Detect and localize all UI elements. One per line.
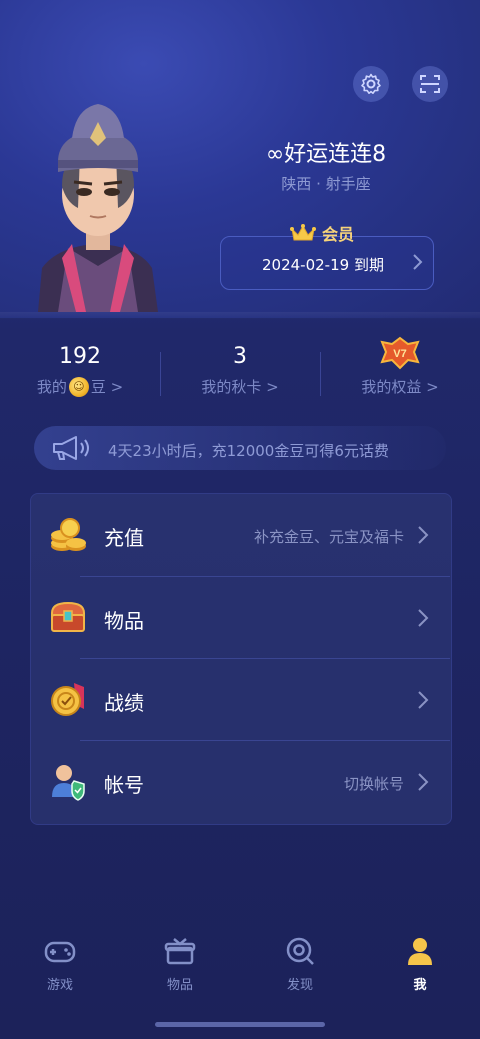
menu-label-records: 战绩 [104,691,144,715]
chevron-right-icon [418,773,429,791]
tab-me[interactable]: 我 [380,936,460,993]
avatar[interactable] [28,98,168,312]
menu-sub-recharge: 补充金豆、元宝及福卡 [253,528,404,546]
stat-benefits[interactable]: V7 我的权益 > [320,336,480,397]
benefits-label: 我的权益 > [361,378,439,396]
menu-item-account[interactable]: 帐号 切换帐号 [30,741,450,823]
menu-label-account: 帐号 [104,773,144,797]
cards-count: 3 [233,344,247,369]
cards-label: 我的秋卡 > [201,378,279,396]
gift-box-icon [164,938,196,965]
vip-level-badge-icon: V7 [380,336,420,370]
tab-label-discover: 发现 [286,978,313,993]
tab-label-me: 我 [413,978,427,993]
crown-icon [290,224,316,241]
beans-label: 我的 ☺ 豆 > [0,376,160,397]
vip-level-badge: V7 [320,336,480,372]
location-zodiac: 陕西 · 射手座 [281,175,371,193]
home-indicator [155,1022,325,1027]
beans-label-prefix: 我的 [36,378,67,396]
tab-discover[interactable]: 发现 [260,936,340,993]
username: ∞好运连连8 [265,142,387,167]
stat-beans[interactable]: 192 我的 ☺ 豆 > [0,344,160,397]
promo-notice-text: 4天23小时后，充12000金豆可得6元话费 [108,442,389,460]
discover-icon [286,937,314,965]
tab-label-items: 物品 [166,978,193,993]
menu-label-items: 物品 [104,609,144,633]
person-icon [408,938,432,965]
menu-label-recharge: 充值 [104,526,144,550]
scan-button[interactable] [412,66,448,102]
chevron-right-icon [418,691,429,709]
vip-level-text: V7 [393,348,406,360]
stat-cards[interactable]: 3 我的秋卡 > [160,344,320,397]
bean-coin-icon: ☺ [68,376,89,397]
vip-title: 会员 [290,220,370,246]
user-shield-icon [52,765,85,801]
menu-sub-account: 切换帐号 [343,775,404,793]
gamepad-icon [44,941,76,963]
gear-icon [361,73,381,94]
menu-item-items[interactable]: 物品 [30,577,450,659]
chevron-right-icon [418,526,429,544]
beans-count: 192 [59,344,101,369]
header-divider [0,312,480,320]
tab-items[interactable]: 物品 [140,936,220,993]
tab-games[interactable]: 游戏 [20,936,100,993]
vip-label: 会员 [322,225,355,244]
vip-expiry: 2024-02-19 到期 [262,256,384,274]
menu-item-recharge[interactable]: 充值 补充金豆、元宝及福卡 [30,494,450,576]
settings-button[interactable] [353,66,389,102]
beans-label-suffix: 豆 > [90,378,124,396]
coins-icon [51,518,86,551]
medal-icon [51,683,84,716]
chevron-right-icon [413,254,423,270]
treasure-chest-icon [51,601,85,632]
chevron-right-icon [418,609,429,627]
scan-icon [420,75,440,93]
megaphone-icon [53,436,89,460]
menu-item-records[interactable]: 战绩 [30,659,450,741]
tab-label-games: 游戏 [46,978,73,993]
